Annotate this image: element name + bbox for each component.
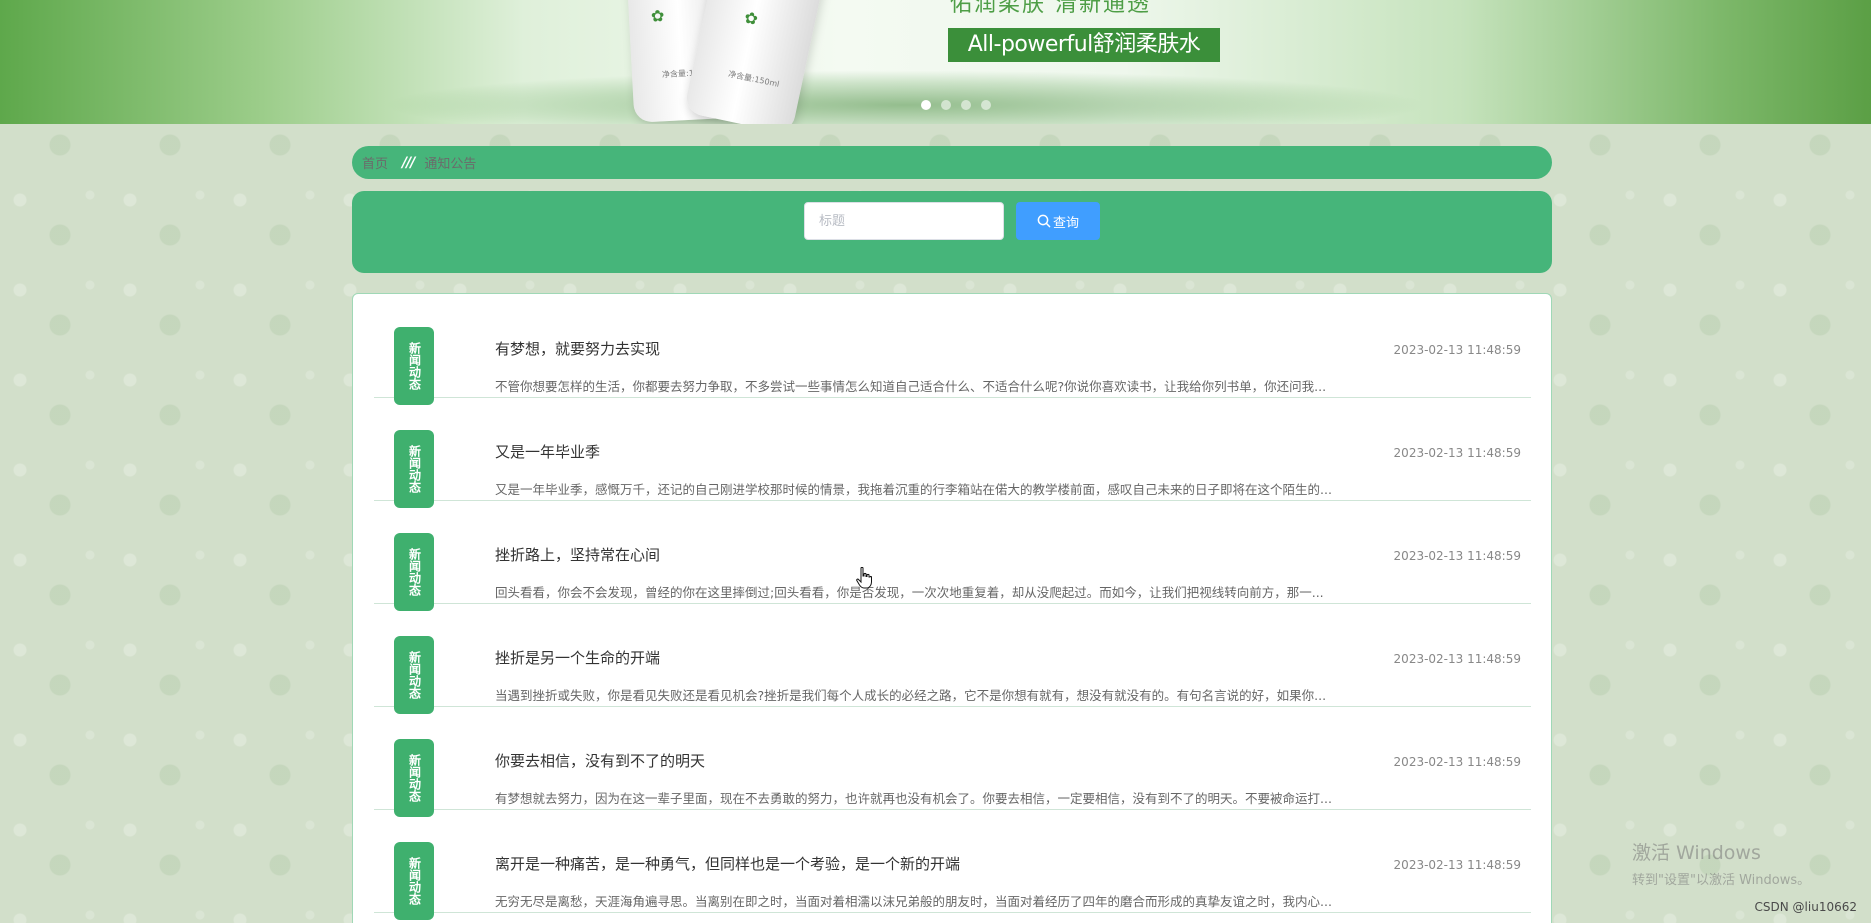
news-category-tag: 新闻动态 (394, 739, 434, 817)
news-list-item[interactable]: 新闻动态 挫折是另一个生命的开端 2023-02-13 11:48:59 当遇到… (374, 603, 1531, 714)
search-icon (1037, 214, 1051, 228)
news-list: 新闻动态 有梦想，就要努力去实现 2023-02-13 11:48:59 不管你… (352, 293, 1552, 923)
banner-tagline: 佑润柔肤 清新通透 (950, 0, 1151, 17)
bottle-label: 净含量:150ml (727, 69, 781, 89)
news-title[interactable]: 又是一年毕业季 (495, 441, 600, 462)
breadcrumb-home-link[interactable]: 首页 (362, 153, 388, 172)
news-timestamp: 2023-02-13 11:48:59 (1393, 858, 1521, 872)
breadcrumb-separator: /// (402, 154, 415, 171)
news-title[interactable]: 有梦想，就要努力去实现 (495, 338, 660, 359)
news-list-item[interactable]: 新闻动态 你要去相信，没有到不了的明天 2023-02-13 11:48:59 … (374, 706, 1531, 817)
news-category-tag: 新闻动态 (394, 327, 434, 405)
breadcrumb: 首页 /// 通知公告 (352, 146, 1552, 179)
news-title[interactable]: 挫折路上，坚持常在心间 (495, 544, 660, 565)
news-summary: 回头看看，你会不会发现，曾经的你在这里摔倒过;回头看看，你是否发现，一次次地重复… (495, 585, 1324, 600)
watermark-subtitle: 转到"设置"以激活 Windows。 (1632, 873, 1811, 888)
carousel-dot[interactable] (961, 100, 971, 110)
news-summary: 无穷无尽是离愁，天涯海角遍寻思。当离别在即之时，当面对着相濡以沫兄弟般的朋友时，… (495, 894, 1332, 909)
news-category-tag: 新闻动态 (394, 430, 434, 508)
csdn-watermark: CSDN @liu10662 (1754, 900, 1857, 914)
news-timestamp: 2023-02-13 11:48:59 (1393, 652, 1521, 666)
search-button[interactable]: 查询 (1016, 202, 1100, 240)
leaf-icon: ✿ (650, 6, 665, 26)
search-button-label: 查询 (1052, 215, 1079, 231)
news-title[interactable]: 挫折是另一个生命的开端 (495, 647, 660, 668)
breadcrumb-current: 通知公告 (424, 157, 477, 172)
carousel-dot[interactable] (921, 100, 931, 110)
news-category-tag: 新闻动态 (394, 533, 434, 611)
news-summary: 有梦想就去努力，因为在这一辈子里面，现在不去勇敢的努力，也许就再也没有机会了。你… (495, 791, 1332, 806)
hero-banner: ✿ 净含量:150ml ✿ 净含量:150ml 佑润柔肤 清新通透 All-po… (0, 0, 1871, 124)
carousel-indicators (921, 100, 991, 110)
news-timestamp: 2023-02-13 11:48:59 (1393, 755, 1521, 769)
news-summary: 当遇到挫折或失败，你是看见失败还是看见机会?挫折是我们每个人成长的必经之路，它不… (495, 688, 1327, 703)
carousel-dot[interactable] (941, 100, 951, 110)
news-summary: 又是一年毕业季，感慨万千，还记的自己刚进学校那时候的情景，我拖着沉重的行李箱站在… (495, 482, 1332, 497)
news-category-tag: 新闻动态 (394, 636, 434, 714)
news-list-item[interactable]: 新闻动态 挫折路上，坚持常在心间 2023-02-13 11:48:59 回头看… (374, 500, 1531, 611)
news-list-item[interactable]: 新闻动态 又是一年毕业季 2023-02-13 11:48:59 又是一年毕业季… (374, 397, 1531, 508)
leaf-icon: ✿ (742, 7, 760, 29)
banner-product-title: All-powerful舒润柔肤水 (948, 28, 1220, 62)
news-category-tag: 新闻动态 (394, 842, 434, 920)
news-summary: 不管你想要怎样的生活，你都要去努力争取，不多尝试一些事情怎么知道自己适合什么、不… (495, 379, 1327, 394)
news-title[interactable]: 离开是一种痛苦，是一种勇气，但同样也是一个考验，是一个新的开端 (495, 853, 960, 874)
hand-pointer-icon (856, 566, 872, 593)
title-search-input[interactable] (804, 202, 1004, 240)
news-list-item[interactable]: 新闻动态 有梦想，就要努力去实现 2023-02-13 11:48:59 不管你… (374, 294, 1531, 405)
news-timestamp: 2023-02-13 11:48:59 (1393, 446, 1521, 460)
search-panel: 查询 (352, 191, 1552, 273)
watermark-title: 激活 Windows (1632, 842, 1761, 864)
news-timestamp: 2023-02-13 11:48:59 (1393, 549, 1521, 563)
water-splash-graphic (380, 70, 1430, 124)
news-title[interactable]: 你要去相信，没有到不了的明天 (495, 750, 705, 771)
windows-activation-watermark: 激活 Windows 转到"设置"以激活 Windows。 (1632, 838, 1810, 888)
carousel-dot[interactable] (981, 100, 991, 110)
news-list-item[interactable]: 新闻动态 离开是一种痛苦，是一种勇气，但同样也是一个考验，是一个新的开端 202… (374, 809, 1531, 920)
news-timestamp: 2023-02-13 11:48:59 (1393, 343, 1521, 357)
